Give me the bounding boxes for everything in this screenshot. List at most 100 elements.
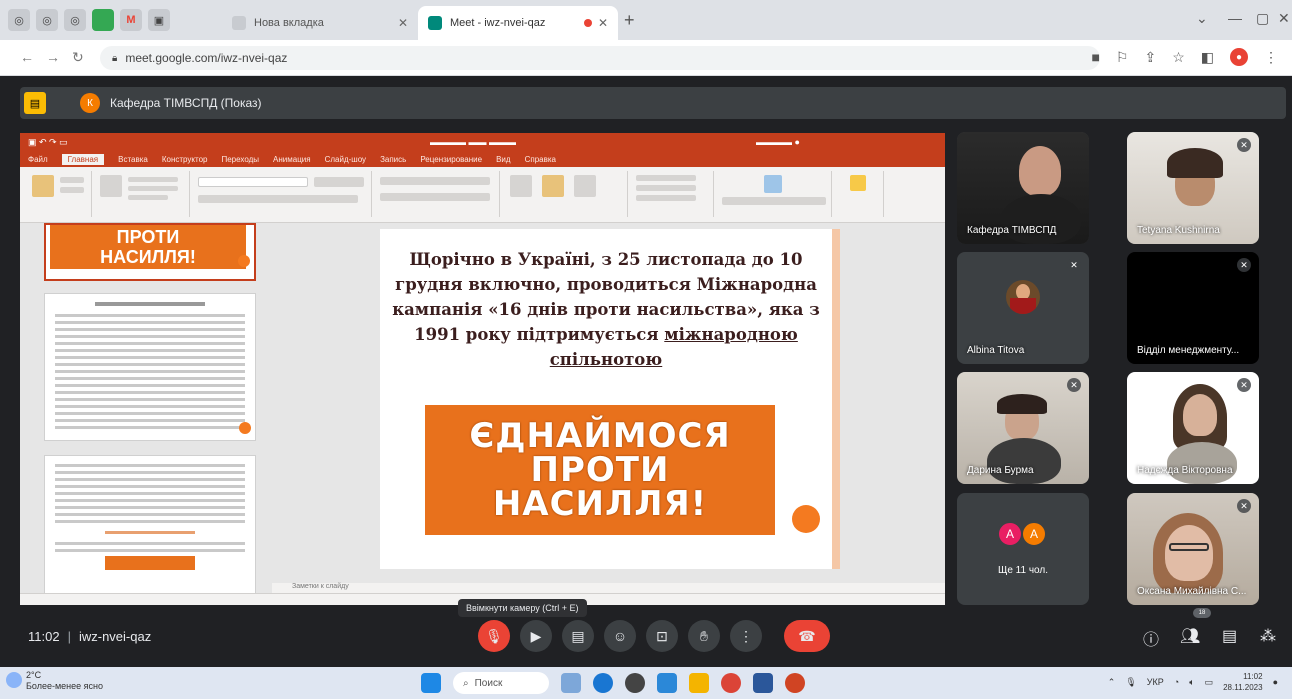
participants-count-badge: 18 — [1193, 608, 1211, 618]
ribbon-group-drawing — [502, 171, 628, 217]
participant-tile[interactable]: ✕ Tetyana Kushnirna — [1127, 132, 1259, 244]
chrome-icon[interactable] — [721, 673, 741, 693]
new-tab-button[interactable]: + — [624, 10, 635, 31]
menu-kebab-icon[interactable]: ⋮ — [1264, 49, 1278, 66]
activities-button[interactable]: ⁂ — [1260, 626, 1276, 646]
camera-toggle-button[interactable]: ▶ — [520, 620, 552, 652]
close-window-button[interactable]: ✕ — [1278, 10, 1290, 27]
clock[interactable]: 11:02 28.11.2023 — [1223, 671, 1262, 693]
chat-button[interactable]: ▤ — [1222, 626, 1237, 646]
participant-tile[interactable]: ✕ Надєжда Вікторовна — [1127, 372, 1259, 484]
tray-chevron-icon[interactable]: ⌃ — [1108, 677, 1116, 688]
camera-app-icon[interactable] — [625, 673, 645, 693]
tray-mic-icon[interactable]: 🎙︎ — [1125, 677, 1136, 688]
gmail-icon[interactable]: M — [120, 9, 142, 31]
sidepanel-icon[interactable]: ◧ — [1201, 49, 1214, 66]
mic-off-icon: ✕ — [1237, 138, 1251, 152]
bookmark-star-icon[interactable]: ☆ — [1172, 49, 1185, 66]
reload-icon[interactable]: ↻ — [72, 49, 84, 66]
reactions-button[interactable]: ☺ — [604, 620, 636, 652]
more-options-button[interactable]: ⋮ — [730, 620, 762, 652]
thumb-banner: ПРОТИ НАСИЛЛЯ! — [50, 225, 246, 269]
chat-icon: ▤ — [1222, 628, 1238, 645]
participant-avatar — [1006, 279, 1040, 314]
participant-tile[interactable]: ✕ Дарина Бурма — [957, 372, 1089, 484]
back-icon[interactable]: ← — [20, 49, 34, 65]
meeting-time: 11:02 — [28, 629, 60, 644]
pinned-tabs: ◎ ◎ ◎ M ▣ — [8, 9, 170, 31]
start-icon[interactable] — [421, 673, 441, 693]
participant-name: Дарина Бурма — [967, 465, 1034, 476]
ppt-quick-access-icons: ▣ ↶ ↷ ▭ — [28, 136, 68, 147]
participant-tile[interactable]: ✕ Albina Titova — [957, 252, 1089, 364]
participant-tile[interactable]: ✕ Оксана Михайлівна С... — [1127, 493, 1259, 605]
thumb-banner-line: НАСИЛЛЯ! — [100, 247, 196, 267]
profile-avatar[interactable]: ● — [1230, 48, 1248, 66]
mic-off-icon: ✕ — [1067, 258, 1081, 272]
widgets-icon[interactable] — [561, 673, 581, 693]
current-slide: Щорічно в Україні, з 25 листопада до 10 … — [380, 229, 832, 569]
explorer-icon[interactable] — [689, 673, 709, 693]
people-button[interactable]: 👥︎ — [1180, 626, 1200, 646]
tab-meet[interactable]: Meet - iwz-nvei-qaz ✕ — [418, 6, 618, 40]
meeting-code: iwz-nvei-qaz — [78, 629, 152, 644]
share-icon[interactable]: ⇪ — [1144, 49, 1156, 66]
translate-icon[interactable]: ⚐ — [1116, 49, 1129, 66]
leave-call-button[interactable]: ☎︎ — [784, 620, 830, 652]
shared-screen: ▣ ↶ ↷ ▭ ▬▬▬▬ ▬▬ ▬▬▬ ▬▬▬▬ ● Файл Главная … — [20, 133, 945, 605]
present-button[interactable]: ⊡ — [646, 620, 678, 652]
word-icon[interactable] — [753, 673, 773, 693]
wifi-icon[interactable]: ◔ — [1174, 677, 1179, 687]
pinned-tab-icon[interactable]: ◎ — [64, 9, 86, 31]
chrome-profile-icon[interactable] — [785, 673, 805, 693]
meeting-details-button[interactable]: ⓘ — [1143, 626, 1159, 650]
ppt-tab: Слайд-шоу — [324, 154, 367, 164]
close-tab-icon[interactable]: ✕ — [398, 16, 408, 30]
participant-tile[interactable]: Кафедра ТІМВСПД — [957, 132, 1089, 244]
volume-icon[interactable]: 🔈︎ — [1189, 677, 1194, 688]
url-field[interactable]: 🔒︎ meet.google.com/iwz-nvei-qaz — [100, 46, 1100, 70]
participant-tile[interactable]: ✕ Відділ менеджменту... — [1127, 252, 1259, 364]
battery-icon[interactable]: ▭ — [1205, 677, 1214, 688]
forward-icon[interactable]: → — [46, 49, 60, 65]
thumb-banner-line: ПРОТИ — [116, 227, 180, 247]
ppt-tab: Рецензирование — [420, 154, 483, 164]
new-tab-icon — [232, 16, 246, 30]
windows-taskbar: 2°C Более-менее ясно ⌕ Поиск ⌃ 🎙︎ УКР ◔ … — [0, 667, 1292, 699]
mic-off-icon: ✕ — [1237, 499, 1251, 513]
slide-thumbnail[interactable] — [44, 455, 256, 595]
store-icon[interactable] — [657, 673, 677, 693]
captions-icon: ▤ — [571, 627, 585, 644]
notes-pane[interactable]: Заметки к слайду — [272, 583, 945, 593]
person-face — [1183, 394, 1217, 436]
pinned-tab-icon[interactable] — [92, 9, 114, 31]
pinned-tab-icon[interactable]: ◎ — [36, 9, 58, 31]
ppt-ribbon-tabs: Файл Главная Вставка Конструктор Переход… — [20, 151, 945, 167]
slide-thumbnail[interactable] — [44, 293, 256, 441]
glasses — [1169, 543, 1209, 551]
close-tab-icon[interactable]: ✕ — [598, 16, 608, 30]
slide-thumbnail[interactable]: ПРОТИ НАСИЛЛЯ! — [44, 223, 256, 281]
captions-button[interactable]: ▤ — [562, 620, 594, 652]
edge-icon[interactable] — [593, 673, 613, 693]
more-participants-tile[interactable]: А А Ще 11 чол. — [957, 493, 1089, 605]
clock-time: 11:02 — [1243, 672, 1263, 681]
raise-hand-button[interactable]: ✋︎ — [688, 620, 720, 652]
language-indicator[interactable]: УКР — [1147, 677, 1164, 687]
person-hair — [997, 394, 1047, 414]
pinned-tab-icon[interactable]: ◎ — [8, 9, 30, 31]
pinned-tab-icon[interactable]: ▣ — [148, 9, 170, 31]
next-slide-edge — [832, 229, 840, 569]
tab-new[interactable]: Нова вкладка ✕ — [222, 6, 418, 40]
camera-tooltip: Ввімкнути камеру (Ctrl + E) — [458, 599, 587, 617]
mic-toggle-button[interactable]: 🎙︎ — [478, 620, 510, 652]
maximize-button[interactable]: ▢ — [1256, 10, 1269, 27]
camera-permission-icon[interactable]: ■ — [1091, 49, 1099, 65]
taskbar-search[interactable]: ⌕ Поиск — [453, 672, 549, 694]
tab-search-icon[interactable]: ⌄ — [1196, 10, 1208, 27]
weather-widget[interactable]: 2°C Более-менее ясно — [6, 670, 103, 692]
notification-icon[interactable]: ● — [1273, 677, 1278, 687]
present-screen-icon[interactable]: ▤ — [24, 92, 46, 114]
meet-icon — [428, 16, 442, 30]
minimize-button[interactable]: — — [1228, 10, 1242, 26]
